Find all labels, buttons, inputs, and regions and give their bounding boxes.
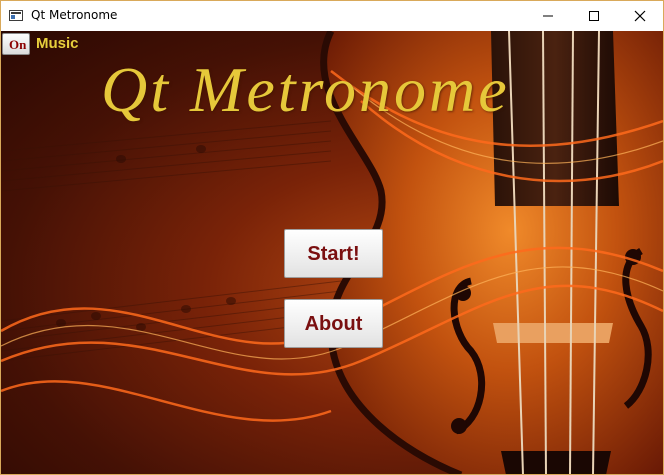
close-button[interactable]: [617, 1, 663, 31]
close-icon: [634, 10, 646, 22]
maximize-icon: [589, 11, 599, 21]
music-toggle-button[interactable]: On: [2, 33, 30, 55]
app-window: Qt Metronome On Music Qt Metronome Start…: [0, 0, 664, 475]
about-button[interactable]: About: [284, 299, 383, 348]
minimize-button[interactable]: [525, 1, 571, 31]
minimize-icon: [543, 15, 553, 17]
music-label: Music: [36, 35, 79, 52]
maximize-button[interactable]: [571, 1, 617, 31]
window-app-icon[interactable]: [9, 10, 23, 21]
app-title: Qt Metronome: [101, 54, 510, 125]
start-button[interactable]: Start!: [284, 229, 383, 278]
main-content: On Music Qt Metronome Start! About: [1, 31, 663, 474]
title-bar[interactable]: Qt Metronome: [1, 1, 663, 31]
window-title: Qt Metronome: [31, 8, 118, 22]
